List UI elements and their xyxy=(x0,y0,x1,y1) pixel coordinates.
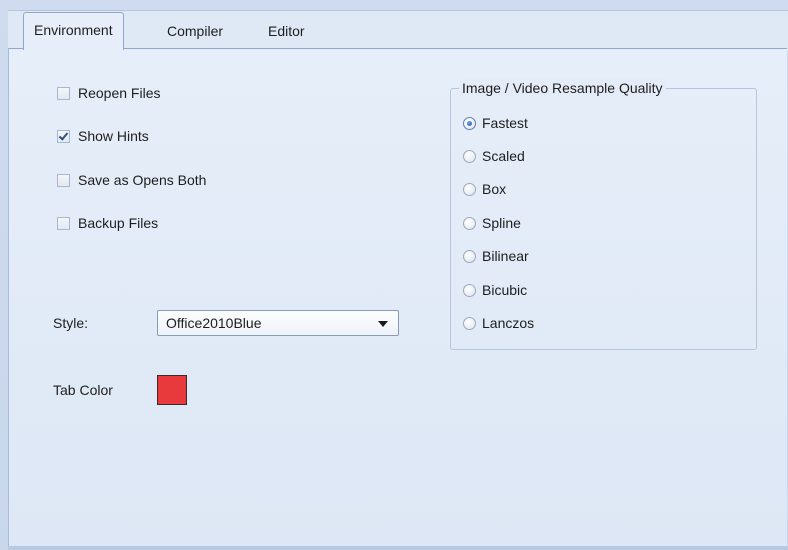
settings-window: Environment Compiler Editor Reopen Files… xyxy=(0,0,788,550)
reopen-files-label: Reopen Files xyxy=(78,85,161,101)
radio-button-icon[interactable] xyxy=(463,182,476,196)
radio-spline[interactable]: Spline xyxy=(463,214,521,232)
save-as-opens-both-option[interactable]: Save as Opens Both xyxy=(57,171,206,189)
style-dropdown-value: Office2010Blue xyxy=(166,315,262,331)
backup-files-checkbox[interactable] xyxy=(57,216,70,230)
save-as-opens-both-checkbox[interactable] xyxy=(57,173,70,187)
reopen-files-option[interactable]: Reopen Files xyxy=(57,84,161,102)
show-hints-option[interactable]: Show Hints xyxy=(57,127,149,145)
radio-label-fastest: Fastest xyxy=(482,115,528,131)
resample-quality-title: Image / Video Resample Quality xyxy=(459,79,666,97)
radio-button-icon[interactable] xyxy=(463,249,476,263)
radio-scaled[interactable]: Scaled xyxy=(463,147,525,165)
radio-lanczos[interactable]: Lanczos xyxy=(463,314,534,332)
reopen-files-checkbox[interactable] xyxy=(57,86,70,100)
style-label: Style: xyxy=(53,315,89,331)
chevron-down-icon[interactable] xyxy=(378,321,388,327)
show-hints-label: Show Hints xyxy=(78,128,149,144)
radio-label-spline: Spline xyxy=(482,215,521,231)
backup-files-option[interactable]: Backup Files xyxy=(57,214,158,232)
backup-files-label: Backup Files xyxy=(78,215,159,231)
radio-label-scaled: Scaled xyxy=(482,148,525,164)
radio-box[interactable]: Box xyxy=(463,180,506,198)
radio-label-box: Box xyxy=(482,181,507,197)
radio-bicubic[interactable]: Bicubic xyxy=(463,281,527,299)
radio-button-icon[interactable] xyxy=(463,149,476,163)
radio-button-icon[interactable] xyxy=(463,216,476,230)
tab-environment[interactable]: Environment xyxy=(23,12,124,50)
style-dropdown[interactable]: Office2010Blue xyxy=(157,310,399,336)
radio-bilinear[interactable]: Bilinear xyxy=(463,247,529,265)
tab-compiler[interactable]: Compiler xyxy=(157,14,233,48)
radio-label-lanczos: Lanczos xyxy=(482,315,535,331)
tab-editor[interactable]: Editor xyxy=(258,14,315,48)
radio-label-bilinear: Bilinear xyxy=(482,248,529,264)
radio-fastest[interactable]: Fastest xyxy=(463,114,528,132)
save-as-opens-both-label: Save as Opens Both xyxy=(78,172,207,188)
radio-button-icon[interactable] xyxy=(463,316,476,330)
radio-button-icon[interactable] xyxy=(463,283,476,297)
show-hints-checkbox[interactable] xyxy=(57,129,70,143)
radio-label-bicubic: Bicubic xyxy=(482,282,528,298)
radio-button-icon[interactable] xyxy=(463,116,476,130)
tab-color-label: Tab Color xyxy=(53,382,113,398)
tab-color-swatch[interactable] xyxy=(157,375,187,405)
tab-strip xyxy=(8,10,788,51)
panel-bottom-border xyxy=(8,546,788,550)
